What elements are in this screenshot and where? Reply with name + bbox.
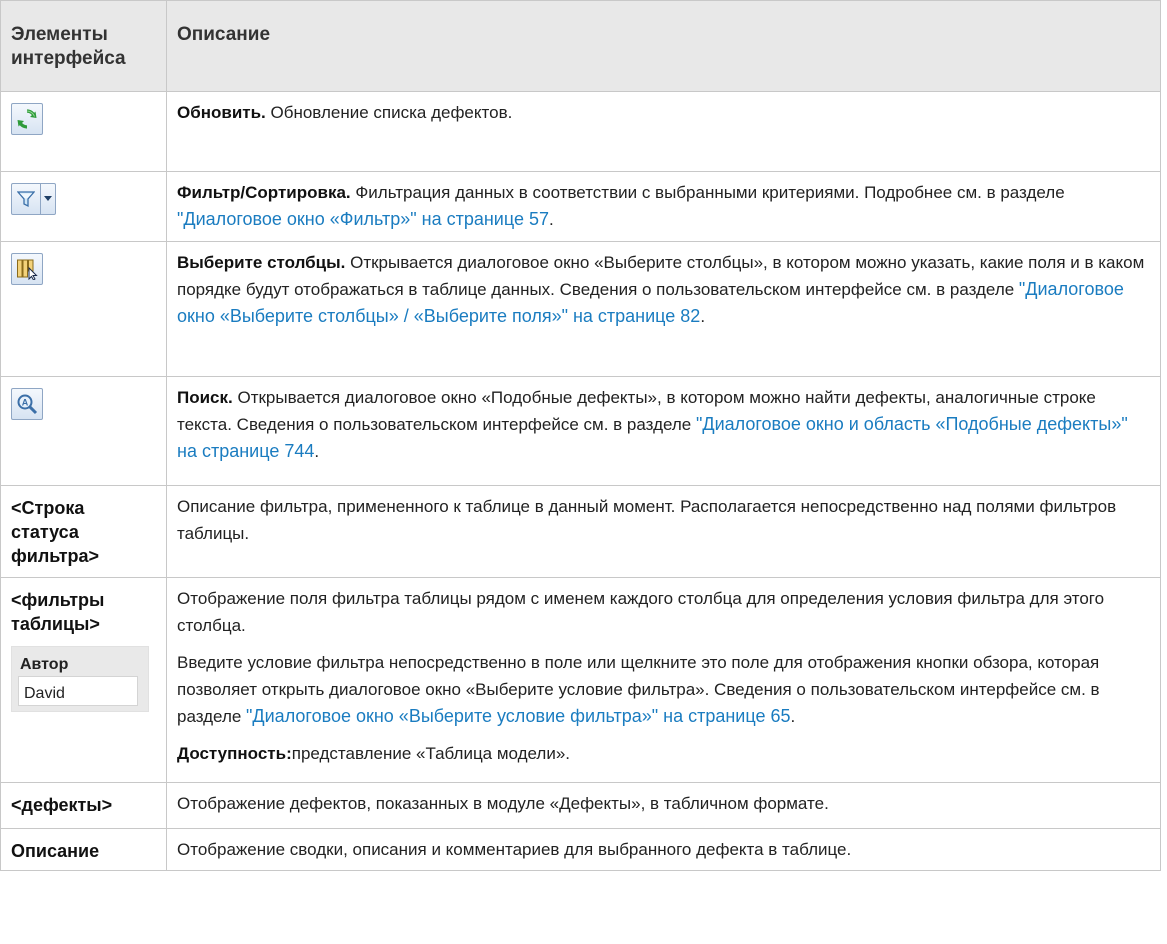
filter-sort-text: Фильтрация данных в соответствии с выбра… [350, 183, 1065, 202]
search-title: Поиск. [177, 388, 233, 407]
filter-sort-icon [12, 184, 41, 214]
availability-text: представление «Таблица модели». [291, 744, 571, 763]
select-columns-title: Выберите столбцы. [177, 253, 346, 272]
refresh-text: Обновление списка дефектов. [265, 103, 513, 122]
sample-filter-value: David [24, 685, 65, 702]
chevron-down-icon [41, 184, 55, 214]
header-description: Описание [166, 0, 1161, 92]
description-cell: Отображение сводки, описания и комментар… [166, 828, 1161, 871]
select-filter-condition-link[interactable]: "Диалоговое окно «Выберите условие фильт… [246, 706, 790, 726]
description-cell: Обновить. Обновление списка дефектов. [166, 91, 1161, 172]
refresh-icon [11, 103, 43, 135]
filter-sort-button [11, 183, 56, 215]
availability-label: Доступность: [177, 744, 292, 763]
table-row: <дефекты> Отображение дефектов, показанн… [0, 782, 1161, 829]
svg-text:A: A [22, 398, 29, 408]
defects-text: Отображение дефектов, показанных в модул… [177, 794, 829, 813]
sentence-end: . [549, 210, 554, 229]
filter-dialog-link[interactable]: "Диалоговое окно «Фильтр»" на странице 5… [177, 209, 549, 229]
description-cell: Фильтр/Сортировка. Фильтрация данных в с… [166, 171, 1161, 242]
sentence-end: . [314, 442, 320, 461]
defects-label: <дефекты> [0, 782, 167, 829]
description-cell: Описание фильтра, примененного к таблице… [166, 485, 1161, 578]
ui-cell [0, 171, 167, 242]
filter-field-sample: Автор David [11, 646, 149, 712]
description-label: Описание [0, 828, 167, 871]
table-row: Обновить. Обновление списка дефектов. [0, 91, 1161, 172]
description-cell: Отображение поля фильтра таблицы рядом с… [166, 577, 1161, 783]
table-row: A Поиск. Открывается диалоговое окно «По… [0, 376, 1161, 486]
ui-cell [0, 91, 167, 172]
ui-cell: <фильтры таблицы> Автор David [0, 577, 167, 783]
description-cell: Поиск. Открывается диалоговое окно «Подо… [166, 376, 1161, 486]
table-filters-p1: Отображение поля фильтра таблицы рядом с… [177, 589, 1105, 635]
table-row: Фильтр/Сортировка. Фильтрация данных в с… [0, 171, 1161, 242]
sentence-end: . [700, 307, 706, 326]
filter-sort-title: Фильтр/Сортировка. [177, 183, 351, 202]
table-row: Выберите столбцы. Открывается диалоговое… [0, 241, 1161, 377]
description-text: Отображение сводки, описания и комментар… [177, 840, 852, 859]
sample-filter-box: David [18, 676, 138, 706]
ui-cell [0, 241, 167, 377]
description-cell: Отображение дефектов, показанных в модул… [166, 782, 1161, 829]
header-ui-elements: Элементы интерфейса [0, 0, 167, 92]
table-row: Описание Отображение сводки, описания и … [0, 828, 1161, 871]
ui-elements-table: Элементы интерфейса Описание Обновить. О… [0, 0, 1161, 871]
table-row: <фильтры таблицы> Автор David Отображени… [0, 577, 1161, 783]
sample-column-header: Автор [20, 656, 69, 673]
search-icon: A [11, 388, 43, 420]
refresh-title: Обновить. [177, 103, 266, 122]
table-filters-label: <фильтры таблицы> [11, 590, 105, 634]
select-columns-icon [11, 253, 43, 285]
description-cell: Выберите столбцы. Открывается диалоговое… [166, 241, 1161, 377]
table-row: <Строка статуса фильтра> Описание фильтр… [0, 485, 1161, 578]
sentence-end: . [790, 707, 796, 726]
filter-status-bar-label: <Строка статуса фильтра> [0, 485, 167, 578]
ui-cell: A [0, 376, 167, 486]
filter-status-bar-text: Описание фильтра, примененного к таблице… [177, 497, 1117, 543]
table-header-row: Элементы интерфейса Описание [0, 0, 1161, 92]
